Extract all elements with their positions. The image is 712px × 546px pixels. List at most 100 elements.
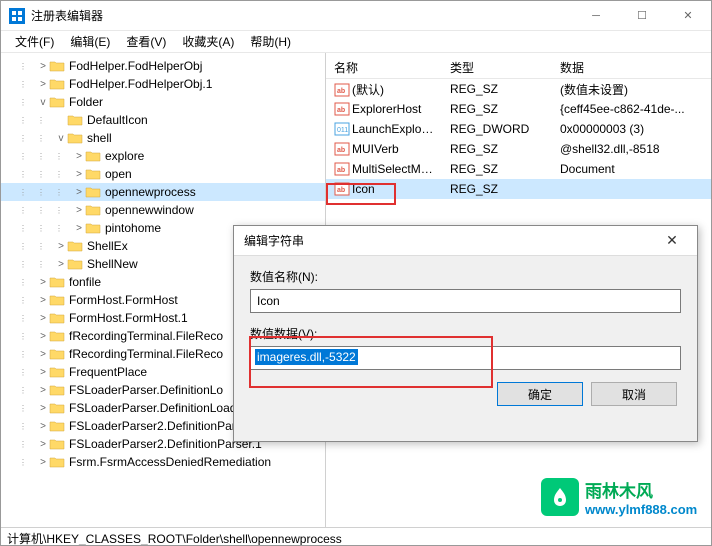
tree-label: pintohome — [105, 221, 161, 235]
tree-label: FSLoaderParser.DefinitionLo — [69, 383, 223, 397]
tree-toggle[interactable]: > — [37, 79, 49, 90]
tree-item[interactable]: ⋮ >Fsrm.FsrmAccessDeniedRemediation — [1, 453, 325, 471]
value-name: Icon — [352, 182, 375, 196]
watermark: 雨林木风 www.ylmf888.com — [541, 475, 701, 519]
list-row[interactable]: ab MultiSelectMo... REG_SZDocument — [326, 159, 711, 179]
value-name-input[interactable] — [250, 289, 681, 313]
tree-toggle[interactable]: > — [55, 259, 67, 270]
cancel-button[interactable]: 取消 — [591, 382, 677, 406]
tree-toggle[interactable]: > — [37, 313, 49, 324]
menu-help[interactable]: 帮助(H) — [242, 31, 299, 52]
tree-toggle[interactable]: > — [37, 331, 49, 342]
list-row[interactable]: ab(默认)REG_SZ(数值未设置) — [326, 79, 711, 99]
tree-toggle[interactable]: > — [73, 223, 85, 234]
svg-text:ab: ab — [337, 147, 345, 154]
tree-toggle[interactable]: > — [37, 385, 49, 396]
svg-text:011: 011 — [337, 127, 348, 134]
tree-label: shell — [87, 131, 112, 145]
list-row[interactable]: ab ExplorerHost REG_SZ{ceff45ee-c862-41de-… — [326, 99, 711, 119]
value-type: REG_SZ — [442, 161, 552, 177]
value-name: LaunchExplore... — [352, 122, 442, 136]
svg-text:ab: ab — [337, 167, 345, 174]
ok-button[interactable]: 确定 — [497, 382, 583, 406]
list-row[interactable]: abIconREG_SZ — [326, 179, 711, 199]
tree-toggle[interactable]: > — [37, 421, 49, 432]
value-data: Document — [552, 161, 711, 177]
tree-toggle[interactable]: > — [37, 295, 49, 306]
header-name[interactable]: 名称 — [326, 57, 442, 78]
maximize-button[interactable]: ☐ — [619, 1, 665, 31]
tree-item[interactable]: ⋮ ⋮ ⋮ >open — [1, 165, 325, 183]
tree-item[interactable]: ⋮ >FodHelper.FodHelperObj — [1, 57, 325, 75]
close-button[interactable]: ✕ — [665, 1, 711, 31]
tree-label: ShellNew — [87, 257, 138, 271]
menubar: 文件(F) 编辑(E) 查看(V) 收藏夹(A) 帮助(H) — [1, 31, 711, 53]
tree-toggle[interactable]: > — [37, 403, 49, 414]
watermark-logo-icon — [541, 478, 579, 516]
list-row[interactable]: abMUIVerbREG_SZ@shell32.dll,-8518 — [326, 139, 711, 159]
tree-label: Folder — [69, 95, 103, 109]
header-type[interactable]: 类型 — [442, 57, 552, 78]
tree-toggle[interactable]: > — [37, 457, 49, 468]
tree-toggle[interactable]: > — [37, 349, 49, 360]
tree-label: fonfile — [69, 275, 101, 289]
tree-label: FodHelper.FodHelperObj.1 — [69, 77, 212, 91]
value-type: REG_SZ — [442, 181, 552, 197]
value-name: ExplorerHost — [352, 102, 421, 116]
tree-label: open — [105, 167, 132, 181]
value-data-label: 数值数据(V): — [250, 325, 681, 342]
value-name-label: 数值名称(N): — [250, 268, 681, 285]
value-data: {ceff45ee-c862-41de-... — [552, 101, 711, 117]
menu-view[interactable]: 查看(V) — [118, 31, 174, 52]
tree-item[interactable]: ⋮ ⋮ vshell — [1, 129, 325, 147]
minimize-button[interactable]: ─ — [573, 1, 619, 31]
menu-edit[interactable]: 编辑(E) — [62, 31, 118, 52]
tree-toggle[interactable]: > — [37, 367, 49, 378]
tree-toggle[interactable]: > — [73, 205, 85, 216]
dialog-close-button[interactable]: ✕ — [657, 232, 687, 249]
tree-item[interactable]: ⋮ ⋮ ⋮ >opennewwindow — [1, 201, 325, 219]
window-titlebar: 注册表编辑器 ─ ☐ ✕ — [1, 1, 711, 31]
watermark-url: www.ylmf888.com — [585, 502, 697, 517]
tree-toggle[interactable]: > — [37, 61, 49, 72]
menu-file[interactable]: 文件(F) — [7, 31, 62, 52]
tree-item[interactable]: ⋮ ⋮ ⋮ >opennewprocess — [1, 183, 325, 201]
tree-toggle[interactable]: > — [55, 241, 67, 252]
tree-item[interactable]: ⋮ >FodHelper.FodHelperObj.1 — [1, 75, 325, 93]
list-row[interactable]: 011LaunchExplore...REG_DWORD0x00000003 (… — [326, 119, 711, 139]
header-data[interactable]: 数据 — [552, 57, 711, 78]
tree-toggle[interactable]: > — [73, 169, 85, 180]
value-name: MultiSelectMo... — [352, 162, 437, 176]
tree-label: FSLoaderParser2.DefinitionParser — [69, 419, 252, 433]
menu-favorites[interactable]: 收藏夹(A) — [174, 31, 242, 52]
tree-item[interactable]: ⋮ ⋮ DefaultIcon — [1, 111, 325, 129]
value-data: (数值未设置) — [552, 80, 711, 99]
edit-string-dialog: 编辑字符串 ✕ 数值名称(N): 数值数据(V): imageres.dll,-… — [233, 225, 698, 442]
svg-text:ab: ab — [337, 107, 345, 114]
app-icon — [9, 8, 25, 24]
tree-toggle[interactable]: > — [37, 277, 49, 288]
tree-toggle[interactable]: v — [55, 133, 67, 144]
list-header: 名称 类型 数据 — [326, 57, 711, 79]
window-title: 注册表编辑器 — [31, 7, 573, 24]
watermark-name: 雨林木风 — [585, 477, 697, 502]
value-name: MUIVerb — [352, 142, 399, 156]
tree-toggle[interactable]: > — [73, 187, 85, 198]
svg-text:ab: ab — [337, 88, 345, 95]
value-type: REG_SZ — [442, 141, 552, 157]
statusbar: 计算机\HKEY_CLASSES_ROOT\Folder\shell\openn… — [1, 527, 711, 545]
tree-label: Fsrm.FsrmAccessDeniedRemediation — [69, 455, 271, 469]
tree-item[interactable]: ⋮ ⋮ ⋮ >explore — [1, 147, 325, 165]
tree-toggle[interactable]: v — [37, 97, 49, 108]
value-data-input[interactable]: imageres.dll,-5322 — [250, 346, 681, 370]
tree-item[interactable]: ⋮ vFolder — [1, 93, 325, 111]
tree-label: fRecordingTerminal.FileReco — [69, 329, 223, 343]
dialog-titlebar: 编辑字符串 ✕ — [234, 226, 697, 256]
tree-label: FormHost.FormHost — [69, 293, 178, 307]
tree-toggle[interactable]: > — [37, 439, 49, 450]
tree-label: FSLoaderParser.DefinitionLoader.1 — [69, 401, 256, 415]
value-type: REG_SZ — [442, 101, 552, 117]
tree-toggle[interactable]: > — [73, 151, 85, 162]
tree-label: FodHelper.FodHelperObj — [69, 59, 202, 73]
tree-label: FrequentPlace — [69, 365, 147, 379]
